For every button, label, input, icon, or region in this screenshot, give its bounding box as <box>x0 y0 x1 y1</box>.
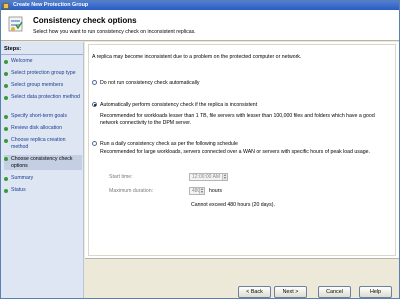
step-consistency-check-options[interactable]: Choose consistency check options <box>4 155 82 170</box>
step-short-term-goals[interactable]: Specify short-term goals <box>4 113 82 120</box>
start-time-field[interactable]: 12:00:00 AM ▲ ▼ <box>189 173 228 181</box>
steps-label: Steps: <box>4 46 22 52</box>
back-button[interactable]: < Back <box>238 286 271 298</box>
step-replica-creation-method[interactable]: Choose replica creation method <box>4 137 82 150</box>
step-welcome[interactable]: Welcome <box>4 58 82 65</box>
step-review-disk-allocation[interactable]: Review disk allocation <box>4 125 82 132</box>
step-label: Choose consistency check options <box>11 156 73 169</box>
step-label: Summary <box>11 175 34 181</box>
start-time-spinner[interactable]: ▲ ▼ <box>222 173 227 180</box>
content-panel: A replica may become inconsistent due to… <box>85 42 399 258</box>
step-summary[interactable]: Summary <box>4 175 82 182</box>
step-label: Review disk allocation <box>11 125 63 131</box>
option-auto-check-description: Recommended for workloads lesser than 1 … <box>100 113 375 126</box>
page-subtitle: Select how you want to run consistency c… <box>33 29 196 35</box>
step-complete-icon <box>4 126 8 131</box>
max-duration-label: Maximum duration: <box>109 188 154 194</box>
button-bar: < Back Next > Cancel Help <box>85 258 399 298</box>
step-complete-icon <box>4 95 8 100</box>
option-daily-check-label[interactable]: Run a daily consistency check as per the… <box>100 141 238 147</box>
step-label: Status <box>11 187 26 193</box>
step-label: Select data protection method <box>11 94 80 100</box>
step-group-members[interactable]: Select group members <box>4 82 82 89</box>
step-label: Select group members <box>11 82 64 88</box>
option-no-check-radio[interactable] <box>92 80 97 85</box>
step-pending-icon <box>4 176 8 181</box>
page-header: Consistency check options Select how you… <box>1 10 399 41</box>
step-current-icon <box>4 156 8 161</box>
option-daily-check-description: Recommended for large workloads, servers… <box>100 149 370 155</box>
window-title: Create New Protection Group <box>13 2 89 8</box>
option-no-check-label[interactable]: Do not run consistency check automatical… <box>100 80 199 86</box>
start-time-label: Start time: <box>109 174 133 180</box>
step-complete-icon <box>4 114 8 119</box>
wizard-window: Create New Protection Group Consistency … <box>0 0 400 299</box>
step-pending-icon <box>4 188 8 193</box>
steps-divider <box>1 54 83 55</box>
step-label: Choose replica creation method <box>11 137 66 150</box>
step-complete-icon <box>4 138 8 143</box>
step-label: Specify short-term goals <box>11 113 67 119</box>
step-data-protection-method[interactable]: Select data protection method <box>4 94 82 101</box>
step-label: Welcome <box>11 58 33 64</box>
max-duration-spinner[interactable]: ▲ ▼ <box>199 187 204 194</box>
option-daily-check-radio[interactable] <box>92 141 97 146</box>
step-complete-icon <box>4 59 8 64</box>
intro-text: A replica may become inconsistent due to… <box>92 54 302 60</box>
step-status[interactable]: Status <box>4 187 82 194</box>
max-duration-unit: hours <box>209 188 222 194</box>
max-duration-note: Cannot exceed 480 hours (20 days). <box>191 202 275 208</box>
step-protection-group-type[interactable]: Select protection group type <box>4 70 82 77</box>
step-label: Select protection group type <box>11 70 76 76</box>
cancel-button[interactable]: Cancel <box>318 286 351 298</box>
step-complete-icon <box>4 71 8 76</box>
steps-sidebar: Steps: Welcome Select protection group t… <box>1 42 84 298</box>
option-auto-check-radio[interactable] <box>92 102 97 107</box>
consistency-check-icon <box>8 16 23 32</box>
help-button[interactable]: Help <box>359 286 392 298</box>
step-complete-icon <box>4 83 8 88</box>
title-bar: Create New Protection Group <box>1 1 399 10</box>
max-duration-field[interactable]: 480 ▲ ▼ <box>189 187 205 195</box>
app-icon <box>3 2 9 9</box>
option-auto-check-label[interactable]: Automatically perform consistency check … <box>100 102 257 108</box>
next-button[interactable]: Next > <box>274 286 307 298</box>
start-time-value: 12:00:00 AM <box>192 174 221 180</box>
page-title: Consistency check options <box>33 16 137 25</box>
